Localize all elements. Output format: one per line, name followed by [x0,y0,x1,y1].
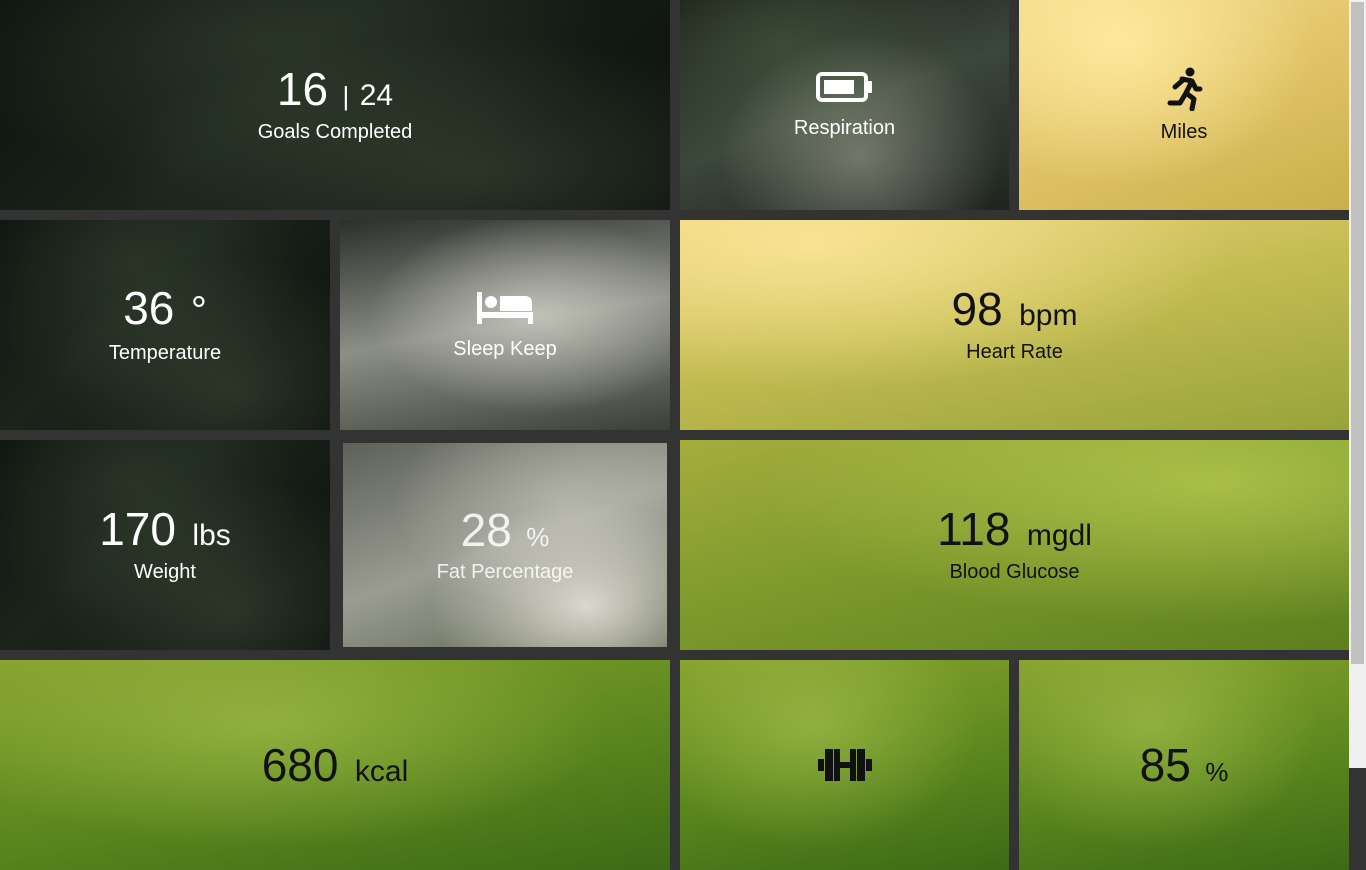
fat-label: Fat Percentage [436,560,574,583]
calories-value-row: 680 kcal [262,742,409,789]
weight-unit: lbs [192,519,231,552]
bed-icon [475,290,535,326]
heart-rate-value: 98 [951,283,1003,335]
temperature-value-row: 36 ° [123,285,207,334]
temperature-unit: ° [190,289,207,333]
percent-unit: % [1205,757,1229,787]
fat-unit: % [526,521,550,552]
sleep-tile[interactable]: Sleep Keep [340,220,670,430]
weight-value-row: 170 lbs [99,506,231,553]
calories-tile[interactable]: 680 kcal [0,660,670,870]
running-icon [1164,67,1204,111]
scrollbar-thumb[interactable] [1351,2,1364,664]
glucose-label: Blood Glucose [949,561,1080,583]
percent-value: 85 [1139,739,1191,791]
temperature-value: 36 [123,282,175,334]
glucose-value-row: 118 mgdl [937,506,1092,553]
weight-value: 170 [99,503,176,555]
scrollbar-track[interactable] [1349,0,1366,768]
heart-rate-unit: bpm [1019,299,1078,332]
goals-tile[interactable]: 16 | 24 Goals Completed [0,0,670,210]
battery-icon [815,71,874,103]
sleep-label: Sleep Keep [453,337,557,360]
goals-total-value: 24 [359,79,394,112]
heart-rate-tile[interactable]: 98 bpm Heart Rate [680,220,1349,430]
miles-label: Miles [1160,120,1208,143]
goals-value-row: 16 | 24 [277,66,393,113]
fat-value-row: 28 % [461,507,550,553]
workout-tile[interactable] [680,660,1009,870]
fat-percentage-tile[interactable]: 28 % Fat Percentage [343,443,667,647]
fat-value: 28 [460,503,512,556]
respiration-tile[interactable]: Respiration [680,0,1009,210]
glucose-value: 118 [937,503,1011,555]
heart-rate-value-row: 98 bpm [952,286,1078,333]
weight-tile[interactable]: 170 lbs Weight [0,440,330,650]
temperature-label: Temperature [108,342,222,364]
percent-tile[interactable]: 85 % [1019,660,1349,870]
goals-separator: | [342,81,350,111]
goals-label: Goals Completed [257,121,413,143]
glucose-unit: mgdl [1026,519,1092,552]
weight-label: Weight [134,561,196,583]
dumbbell-icon [816,745,874,785]
dashboard-grid: 16 | 24 Goals Completed Respiration Mile… [0,0,1349,870]
miles-tile[interactable]: Miles [1019,0,1349,210]
percent-value-row: 85 % [1140,742,1229,788]
temperature-tile[interactable]: 36 ° Temperature [0,220,330,430]
goals-completed-value: 16 [276,63,329,115]
heart-rate-label: Heart Rate [966,341,1063,363]
blood-glucose-tile[interactable]: 118 mgdl Blood Glucose [680,440,1349,650]
respiration-label: Respiration [793,116,896,139]
calories-unit: kcal [354,754,409,788]
calories-value: 680 [261,738,339,791]
